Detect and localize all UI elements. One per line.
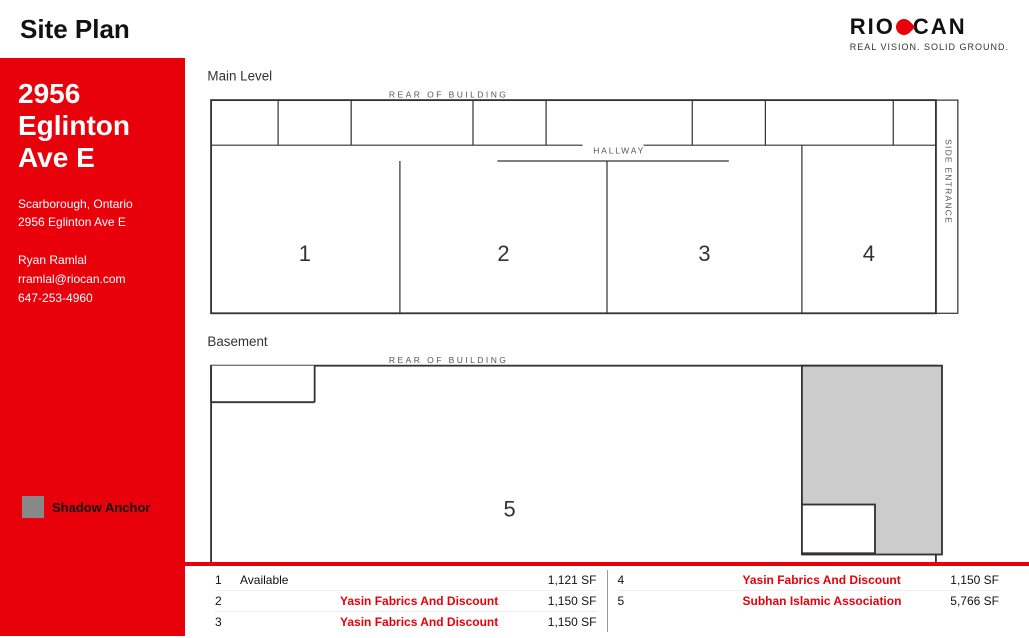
logo-right: CAN <box>913 14 967 40</box>
row-num: 2 <box>215 594 240 608</box>
table-left-col: 1 Available 1,121 SF 2 Yasin Fabrics And… <box>215 570 597 632</box>
unit-5-label: 5 <box>503 497 515 522</box>
property-address: Scarborough, Ontario 2956 Eglinton Ave E <box>18 195 167 231</box>
unit-3-label: 3 <box>698 241 710 266</box>
table-content: 1 Available 1,121 SF 2 Yasin Fabrics And… <box>185 566 1029 636</box>
row-num: 3 <box>215 615 240 629</box>
legend-label: Shadow Anchor <box>52 500 150 515</box>
sidebar: 2956 Eglinton Ave E Scarborough, Ontario… <box>0 58 185 636</box>
unit-1-label: 1 <box>299 241 311 266</box>
table-row: 4 Yasin Fabrics And Discount 1,150 SF <box>618 570 1000 591</box>
floor-plan-svg: Main Level REAR OF BUILDING HALLWAY 1 <box>205 66 1009 626</box>
main-content: 2956 Eglinton Ave E Scarborough, Ontario… <box>0 58 1029 636</box>
rear-building-basement: REAR OF BUILDING <box>389 355 508 365</box>
row-size: 1,150 SF <box>919 573 999 587</box>
table-right-col: 4 Yasin Fabrics And Discount 1,150 SF 5 … <box>618 570 1000 632</box>
basement-label: Basement <box>207 334 268 349</box>
table-divider <box>607 570 608 632</box>
row-size: 1,150 SF <box>517 615 597 629</box>
row-num: 4 <box>618 573 643 587</box>
city: Scarborough, Ontario <box>18 197 133 211</box>
row-size: 1,150 SF <box>517 594 597 608</box>
logo-tagline: REAL VISION. SOLID GROUND. <box>850 42 1009 52</box>
logo-area: RIO CAN REAL VISION. SOLID GROUND. <box>850 14 1009 52</box>
contact-info: Ryan Ramlal rramlal@riocan.com 647-253-4… <box>18 251 167 309</box>
table-row: 3 Yasin Fabrics And Discount 1,150 SF <box>215 612 597 632</box>
row-status: Available <box>240 573 340 587</box>
contact-phone: 647-253-4960 <box>18 291 93 305</box>
contact-name: Ryan Ramlal <box>18 253 87 267</box>
unit-4-label: 4 <box>863 241 875 266</box>
header: Site Plan RIO CAN REAL VISION. SOLID GRO… <box>0 0 1029 58</box>
logo-leaf-icon <box>893 16 916 39</box>
rear-building-top: REAR OF BUILDING <box>389 90 508 100</box>
main-level-label: Main Level <box>207 69 272 84</box>
row-num: 5 <box>618 594 643 608</box>
page-title: Site Plan <box>20 14 130 45</box>
row-name: Yasin Fabrics And Discount <box>340 615 517 629</box>
table-row: 1 Available 1,121 SF <box>215 570 597 591</box>
row-name: Yasin Fabrics And Discount <box>340 594 517 608</box>
property-title: 2956 Eglinton Ave E <box>18 78 167 175</box>
row-size: 1,121 SF <box>517 573 597 587</box>
hallway-label: HALLWAY <box>593 146 645 156</box>
side-entrance-label: SIDE ENTRANCE <box>944 139 954 224</box>
table-row: 5 Subhan Islamic Association 5,766 SF <box>618 591 1000 611</box>
logo-left: RIO <box>850 14 895 40</box>
unit-2-label: 2 <box>497 241 509 266</box>
row-name: Yasin Fabrics And Discount <box>743 573 920 587</box>
legend-icon <box>22 496 44 518</box>
row-size: 5,766 SF <box>919 594 999 608</box>
plan-area: Main Level REAR OF BUILDING HALLWAY 1 <box>185 58 1029 636</box>
address: 2956 Eglinton Ave E <box>18 215 126 229</box>
contact-email: rramlal@riocan.com <box>18 272 126 286</box>
legend: Shadow Anchor <box>22 496 150 518</box>
table-row: 2 Yasin Fabrics And Discount 1,150 SF <box>215 591 597 612</box>
row-name: Subhan Islamic Association <box>743 594 920 608</box>
row-num: 1 <box>215 573 240 587</box>
logo: RIO CAN <box>850 14 1009 40</box>
bottom-table: 1 Available 1,121 SF 2 Yasin Fabrics And… <box>185 562 1029 636</box>
